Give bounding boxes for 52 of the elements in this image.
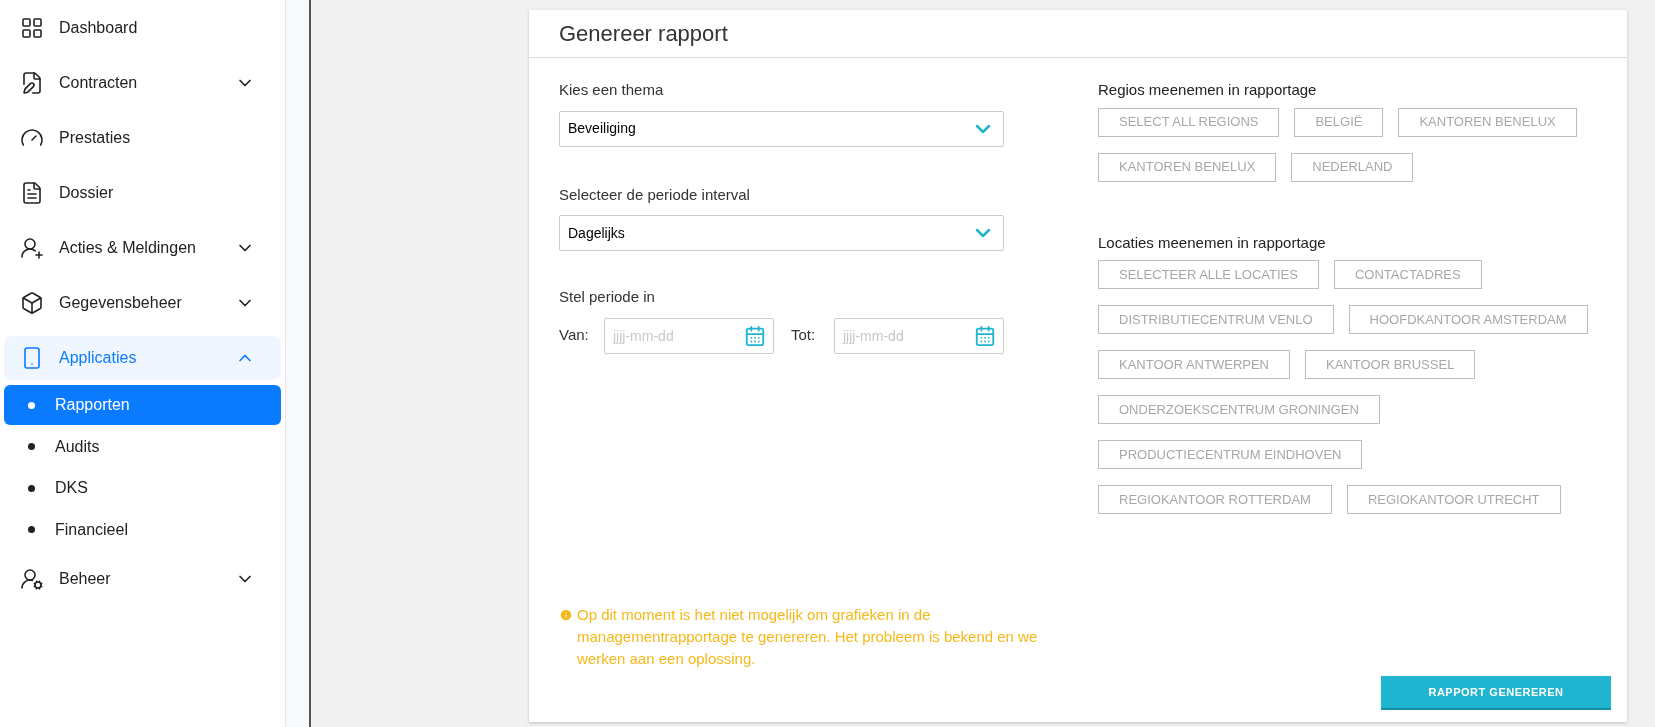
nav-item[interactable]: Dossier [4, 170, 281, 215]
option-chip[interactable]: KANTOOR ANTWERPEN [1098, 350, 1290, 379]
nav-item[interactable]: Dashboard [4, 5, 281, 50]
option-chip[interactable]: SELECT ALL REGIONS [1098, 107, 1280, 137]
notice-text: Op dit moment is het niet mogelijk om grafieken in de managementrapportage te genereren. Het probleem is bekend en we werken aan een oplossing. [577, 605, 1039, 669]
nav-item[interactable]: Applicaties [4, 335, 281, 380]
generate-button[interactable]: RAPPORT GENEREREN [1381, 676, 1611, 710]
option-chip[interactable]: KANTOREN BENELUX [1098, 152, 1277, 182]
cube-icon [20, 290, 44, 315]
option-chip[interactable]: BELGIË [1294, 107, 1384, 137]
field-label: Selecteer de periode interval [559, 184, 751, 205]
nav-subitem[interactable]: DKS [4, 468, 281, 508]
field-label: Kies een thema [559, 80, 665, 100]
option-chip[interactable]: NEDERLAND [1291, 152, 1414, 182]
nav-item[interactable]: Contracten [4, 60, 281, 105]
option-chip[interactable]: DISTRIBUTIECENTRUM VENLO [1098, 305, 1334, 334]
grid-icon [20, 15, 44, 40]
calendar-icon [974, 324, 996, 347]
nav-item[interactable]: Prestaties [4, 115, 281, 160]
nav-subitem[interactable]: Financieel [4, 509, 281, 550]
nav-subitem[interactable]: Audits [4, 426, 281, 467]
user-gear-icon [20, 566, 44, 591]
dropdown-field[interactable]: Dagelijks [559, 215, 1004, 251]
option-chip[interactable]: ONDERZOEKSCENTRUM GRONINGEN [1098, 395, 1380, 424]
document-icon [20, 180, 44, 205]
option-chip[interactable]: HOOFDKANTOOR AMSTERDAM [1348, 305, 1588, 334]
option-chip[interactable]: CONTACTADRES [1333, 260, 1482, 289]
option-chip[interactable]: REGIOKANTOOR UTRECHT [1346, 485, 1561, 514]
nav-item[interactable]: Acties & Meldingen [4, 225, 281, 270]
option-chip[interactable]: SELECTEER ALLE LOCATIES [1098, 260, 1319, 289]
to-label: Tot: [791, 325, 817, 346]
section-label: Regios meenemen in rapportage [1098, 80, 1318, 100]
card-title: Genereer rapport [559, 20, 728, 48]
info-icon [559, 608, 573, 622]
dropdown-field[interactable]: Beveiliging [559, 110, 1004, 147]
nav-item[interactable]: Gegevensbeheer [4, 280, 281, 325]
option-chip[interactable]: KANTOOR BRUSSEL [1305, 350, 1476, 379]
from-label: Van: [559, 325, 590, 346]
bullet-icon [28, 443, 35, 450]
nav-subitem[interactable]: Rapporten [4, 385, 281, 425]
nav-item[interactable]: Beheer [4, 556, 281, 601]
field-label: Stel periode in [559, 287, 656, 307]
option-chip[interactable]: KANTOREN BENELUX [1398, 107, 1577, 137]
bullet-icon [28, 484, 35, 492]
document-pen-icon [20, 70, 44, 95]
user-plus-icon [20, 235, 44, 260]
option-chip[interactable]: REGIOKANTOOR ROTTERDAM [1098, 485, 1332, 514]
bullet-icon [28, 401, 35, 409]
calendar-icon [744, 324, 766, 347]
option-chip[interactable]: PRODUCTIECENTRUM EINDHOVEN [1098, 440, 1363, 469]
bullet-icon [28, 526, 35, 533]
section-label: Locaties meenemen in rapportage [1098, 232, 1327, 253]
